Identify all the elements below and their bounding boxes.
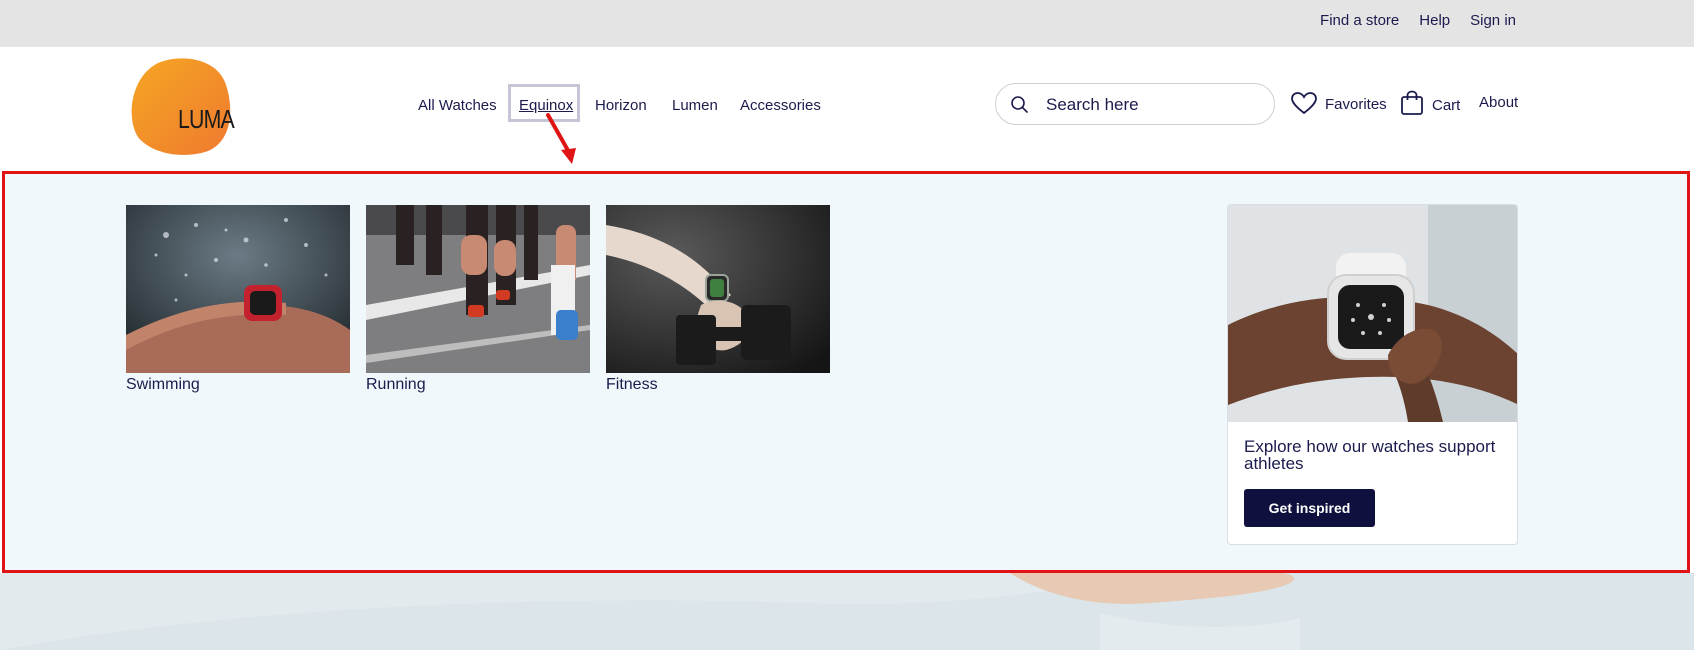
top-utility-bar: Find a store Help Sign in: [0, 0, 1694, 47]
category-running[interactable]: Running: [366, 205, 590, 394]
category-fitness[interactable]: Fitness: [606, 205, 830, 394]
smartwatch-wrist-photo: [1228, 205, 1517, 422]
category-label[interactable]: Fitness: [606, 376, 830, 394]
mega-menu-panel: Swimming Running Fitness Explore how our…: [2, 171, 1690, 573]
promo-card: Explore how our watches support athletes…: [1227, 204, 1518, 545]
cart-label: Cart: [1432, 96, 1461, 114]
annotation-arrow-icon: [546, 113, 576, 164]
hero-background: [0, 573, 1694, 650]
top-links: Find a store Help Sign in: [1320, 12, 1516, 29]
swimming-watch-photo[interactable]: [126, 205, 350, 373]
get-inspired-button[interactable]: Get inspired: [1244, 489, 1375, 527]
favorites-link[interactable]: Favorites: [1291, 92, 1387, 116]
cart-link[interactable]: Cart: [1400, 90, 1460, 116]
search-icon: [1011, 96, 1028, 113]
nav-accessories[interactable]: Accessories: [740, 97, 821, 114]
category-label[interactable]: Running: [366, 376, 590, 394]
about-link[interactable]: About: [1479, 94, 1518, 111]
promo-text: Explore how our watches support athletes: [1244, 437, 1496, 473]
dumbbell-watch-photo[interactable]: [606, 205, 830, 373]
search-box[interactable]: [995, 83, 1275, 125]
sign-in-link[interactable]: Sign in: [1470, 12, 1516, 29]
running-legs-photo[interactable]: [366, 205, 590, 373]
about-label: About: [1479, 94, 1519, 111]
nav-lumen[interactable]: Lumen: [672, 97, 718, 114]
shopping-bag-icon: [1401, 90, 1423, 115]
category-label[interactable]: Swimming: [126, 376, 350, 394]
nav-all-watches[interactable]: All Watches: [418, 97, 497, 114]
category-swimming[interactable]: Swimming: [126, 205, 350, 394]
find-store-link[interactable]: Find a store: [1320, 12, 1399, 29]
favorites-label: Favorites: [1325, 95, 1387, 113]
nav-horizon[interactable]: Horizon: [595, 97, 647, 114]
heart-icon: [1291, 92, 1317, 115]
logo-text[interactable]: LUMA: [178, 104, 235, 135]
help-link[interactable]: Help: [1419, 12, 1450, 29]
search-input[interactable]: [1044, 92, 1258, 118]
